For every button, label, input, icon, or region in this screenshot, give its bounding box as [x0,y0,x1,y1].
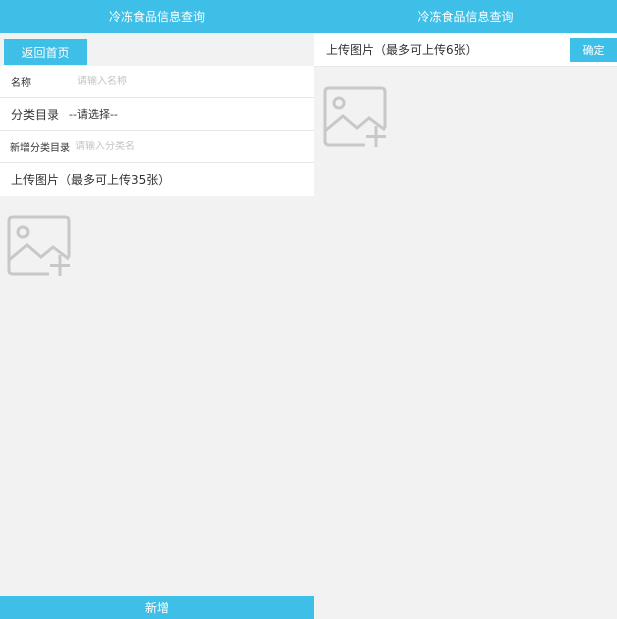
name-row: 名称 [0,66,314,98]
new-category-label: 新增分类目录 [10,143,70,154]
upload-row: 上传图片（最多可上传35张） [0,163,314,196]
new-category-input[interactable] [75,141,275,152]
new-category-row: 新增分类目录 [0,131,314,163]
confirm-button[interactable]: 确定 [570,38,617,62]
category-select[interactable]: --请选择-- [69,106,118,122]
add-image-icon[interactable] [7,215,71,281]
upload-label: 上传图片（最多可上传6张） [326,43,478,57]
back-home-button[interactable]: 返回首页 [4,39,87,65]
page-title: 冷冻食品信息查询 [0,0,314,33]
category-row: 分类目录 --请选择-- [0,98,314,131]
upload-panel-right: 冷冻食品信息查询 上传图片（最多可上传6张） 确定 [314,0,617,619]
form-panel-left: 冷冻食品信息查询 返回首页 名称 分类目录 --请选择-- 新增分类目录 上传图… [0,0,314,619]
category-label: 分类目录 [11,107,60,122]
page-title: 冷冻食品信息查询 [314,0,617,33]
upload-label: 上传图片（最多可上传35张） [11,173,171,187]
name-label: 名称 [11,78,31,89]
name-input[interactable] [77,76,277,87]
add-image-icon[interactable] [323,86,387,152]
add-button[interactable]: 新增 [0,596,314,619]
